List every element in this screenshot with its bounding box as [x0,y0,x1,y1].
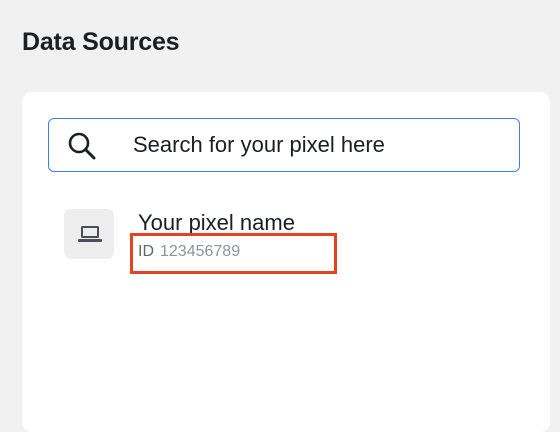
search-field[interactable] [48,118,520,172]
search-icon [68,132,96,160]
search-input[interactable] [133,119,503,170]
laptop-icon [78,226,102,242]
page-title: Data Sources [22,28,180,56]
pixel-icon-container [64,209,114,259]
data-sources-panel: Your pixel name ID123456789 [22,92,550,432]
pixel-id-highlight [130,233,337,274]
